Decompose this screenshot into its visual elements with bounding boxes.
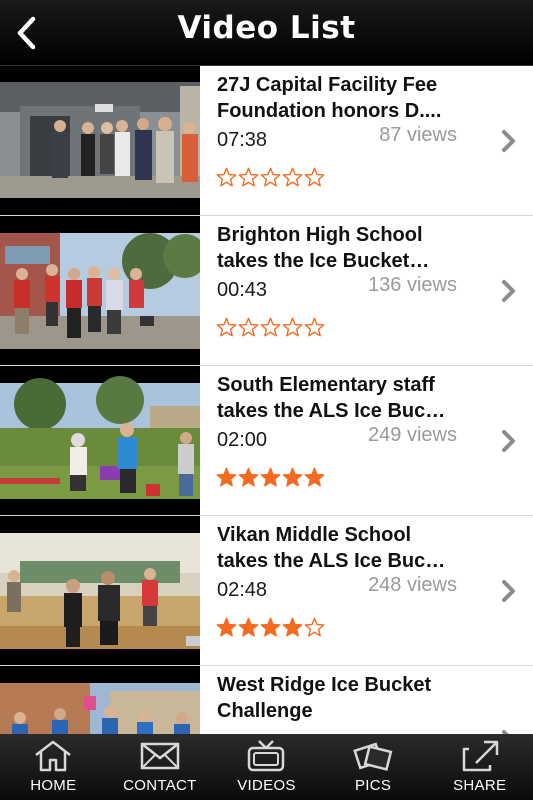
tab-bar: HOME CONTACT VIDEOS PICS SHARE xyxy=(0,734,533,800)
tab-label: SHARE xyxy=(453,777,507,794)
star-empty-icon xyxy=(304,617,325,637)
tab-contact[interactable]: CONTACT xyxy=(107,734,214,800)
tab-label: HOME xyxy=(30,777,77,794)
video-thumbnail xyxy=(0,666,200,734)
star-empty-icon xyxy=(238,167,259,187)
tab-home[interactable]: HOME xyxy=(0,734,107,800)
video-row[interactable]: 27J Capital Facility Fee Foundation hono… xyxy=(0,66,533,216)
star-empty-icon xyxy=(304,317,325,337)
video-title: West Ridge Ice Bucket Challenge xyxy=(217,674,432,722)
page-title: Video List xyxy=(177,10,356,46)
tab-share[interactable]: SHARE xyxy=(426,734,533,800)
star-filled-icon xyxy=(260,467,281,487)
view-count: 249 views xyxy=(368,424,457,446)
tv-icon xyxy=(248,740,285,772)
video-duration: 02:00 xyxy=(217,429,268,451)
video-thumbnail xyxy=(0,216,200,365)
star-empty-icon xyxy=(282,167,303,187)
star-empty-icon xyxy=(260,167,281,187)
video-title: Brighton High School takes the Ice Bucke… xyxy=(217,224,430,272)
star-filled-icon xyxy=(238,467,259,487)
video-title: 27J Capital Facility Fee Foundation hono… xyxy=(217,74,442,122)
star-filled-icon xyxy=(304,467,325,487)
home-icon xyxy=(35,740,72,772)
view-count: 248 views xyxy=(368,574,457,596)
video-duration: 00:43 xyxy=(217,279,268,301)
star-filled-icon xyxy=(282,467,303,487)
video-title: Vikan Middle School takes the ALS Ice Bu… xyxy=(217,524,446,572)
star-filled-icon xyxy=(216,617,237,637)
chevron-right-icon xyxy=(502,280,515,302)
star-empty-icon xyxy=(260,317,281,337)
tab-label: CONTACT xyxy=(123,777,197,794)
chevron-right-icon xyxy=(502,130,515,152)
view-count: 136 views xyxy=(368,274,457,296)
star-empty-icon xyxy=(216,167,237,187)
tab-videos[interactable]: VIDEOS xyxy=(213,734,320,800)
video-title: South Elementary staff takes the ALS Ice… xyxy=(217,374,446,422)
star-filled-icon xyxy=(238,617,259,637)
star-empty-icon xyxy=(238,317,259,337)
video-row[interactable]: West Ridge Ice Bucket Challenge xyxy=(0,666,533,734)
video-duration: 07:38 xyxy=(217,129,268,151)
video-thumbnail xyxy=(0,516,200,665)
video-row[interactable]: Vikan Middle School takes the ALS Ice Bu… xyxy=(0,516,533,666)
video-list[interactable]: 27J Capital Facility Fee Foundation hono… xyxy=(0,66,533,734)
star-filled-icon xyxy=(282,617,303,637)
video-thumbnail xyxy=(0,366,200,515)
video-row[interactable]: South Elementary staff takes the ALS Ice… xyxy=(0,366,533,516)
star-rating xyxy=(216,166,325,189)
star-empty-icon xyxy=(216,317,237,337)
star-rating xyxy=(216,466,325,489)
chevron-right-icon xyxy=(502,430,515,452)
video-duration: 02:48 xyxy=(217,579,268,601)
tab-label: PICS xyxy=(354,777,392,794)
star-filled-icon xyxy=(260,617,281,637)
tab-pics[interactable]: PICS xyxy=(320,734,427,800)
star-empty-icon xyxy=(282,317,303,337)
photos-icon xyxy=(353,742,393,771)
star-rating xyxy=(216,316,325,339)
star-rating xyxy=(216,616,325,639)
share-icon xyxy=(462,740,498,772)
video-thumbnail xyxy=(0,66,200,215)
header-bar: Video List xyxy=(0,0,533,66)
envelope-icon xyxy=(140,742,180,770)
view-count: 87 views xyxy=(379,124,457,146)
chevron-right-icon xyxy=(502,580,515,602)
star-filled-icon xyxy=(216,467,237,487)
star-empty-icon xyxy=(304,167,325,187)
tab-label: VIDEOS xyxy=(237,777,296,794)
video-row[interactable]: Brighton High School takes the Ice Bucke… xyxy=(0,216,533,366)
